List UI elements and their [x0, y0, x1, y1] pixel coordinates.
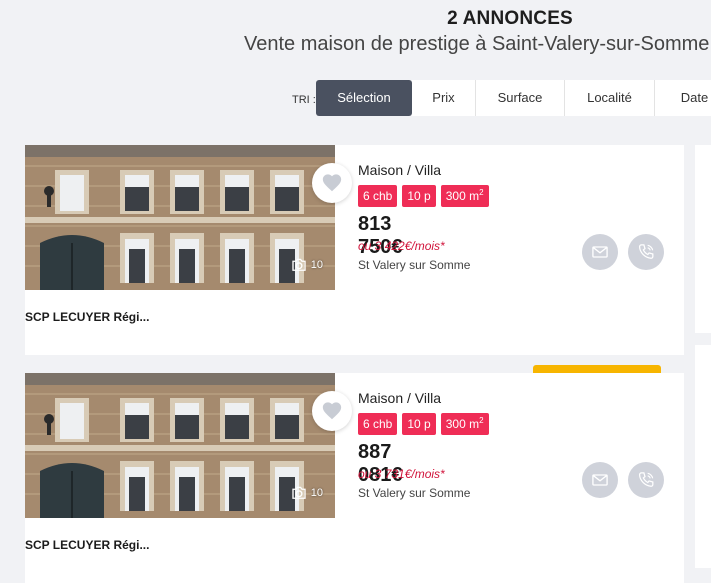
- photo-count-value: 10: [310, 259, 323, 271]
- tag-bedrooms: 6 chb: [358, 413, 398, 435]
- side-panel: [695, 528, 711, 568]
- listing-tags: 6 chb 10 p 300 m2: [358, 413, 489, 435]
- agency-name[interactable]: SCP LECUYER Régi...: [25, 538, 149, 552]
- property-type: Maison / Villa: [358, 390, 442, 406]
- sort-tabs: Sélection Prix Surface Localité Date: [316, 80, 711, 116]
- page-title: Vente maison de prestige à Saint-Valery-…: [244, 33, 710, 55]
- sort-option-date[interactable]: Date: [655, 80, 711, 116]
- camera-icon: [290, 256, 308, 274]
- house-photo: [25, 373, 335, 518]
- heart-icon: [321, 400, 343, 422]
- photo-count: 10: [290, 484, 323, 502]
- heart-icon: [321, 172, 343, 194]
- listing-card[interactable]: 10 Maison / Villa 6 chb 10 p 300 m2 887 …: [25, 373, 684, 583]
- listing-card[interactable]: 10 Maison / Villa 6 chb 10 p 300 m2 813 …: [25, 145, 684, 355]
- property-type: Maison / Villa: [358, 162, 442, 178]
- listing-photo[interactable]: 10: [25, 145, 335, 290]
- contact-email-button[interactable]: [582, 234, 618, 270]
- results-count: 2 ANNONCES: [447, 8, 573, 29]
- tag-bedrooms: 6 chb: [358, 185, 398, 207]
- side-panel: [695, 145, 711, 333]
- agency-name[interactable]: SCP LECUYER Régi...: [25, 310, 149, 324]
- listing-location: St Valery sur Somme: [358, 486, 471, 500]
- contact-phone-button[interactable]: [628, 462, 664, 498]
- sort-label: TRI :: [292, 94, 316, 106]
- favorite-button[interactable]: [312, 391, 352, 431]
- sort-option-surface[interactable]: Surface: [476, 80, 565, 116]
- contact-email-button[interactable]: [582, 462, 618, 498]
- sort-option-price[interactable]: Prix: [412, 80, 476, 116]
- sort-option-selection[interactable]: Sélection: [316, 80, 412, 116]
- sort-bar: TRI : Sélection Prix Surface Localité Da…: [290, 80, 711, 116]
- favorite-button[interactable]: [312, 163, 352, 203]
- contact-phone-button[interactable]: [628, 234, 664, 270]
- mail-icon: [590, 242, 610, 262]
- mail-icon: [590, 470, 610, 490]
- tag-rooms: 10 p: [402, 413, 436, 435]
- side-panel: [695, 345, 711, 533]
- listing-photo[interactable]: 10: [25, 373, 335, 518]
- phone-icon: [636, 242, 656, 262]
- results-header: 2 ANNONCES Vente maison de prestige à Sa…: [0, 0, 711, 62]
- photo-count: 10: [290, 256, 323, 274]
- phone-icon: [636, 470, 656, 490]
- house-photo: [25, 145, 335, 290]
- tag-surface: 300 m2: [440, 185, 489, 207]
- camera-icon: [290, 484, 308, 502]
- tag-rooms: 10 p: [402, 185, 436, 207]
- monthly-payment: ou 3 422€/mois*: [358, 239, 445, 253]
- photo-count-value: 10: [310, 487, 323, 499]
- listing-location: St Valery sur Somme: [358, 258, 471, 272]
- sort-option-locality[interactable]: Localité: [565, 80, 655, 116]
- monthly-payment: ou 3 731€/mois*: [358, 467, 445, 481]
- tag-surface: 300 m2: [440, 413, 489, 435]
- listing-tags: 6 chb 10 p 300 m2: [358, 185, 489, 207]
- featured-badge: [533, 365, 661, 373]
